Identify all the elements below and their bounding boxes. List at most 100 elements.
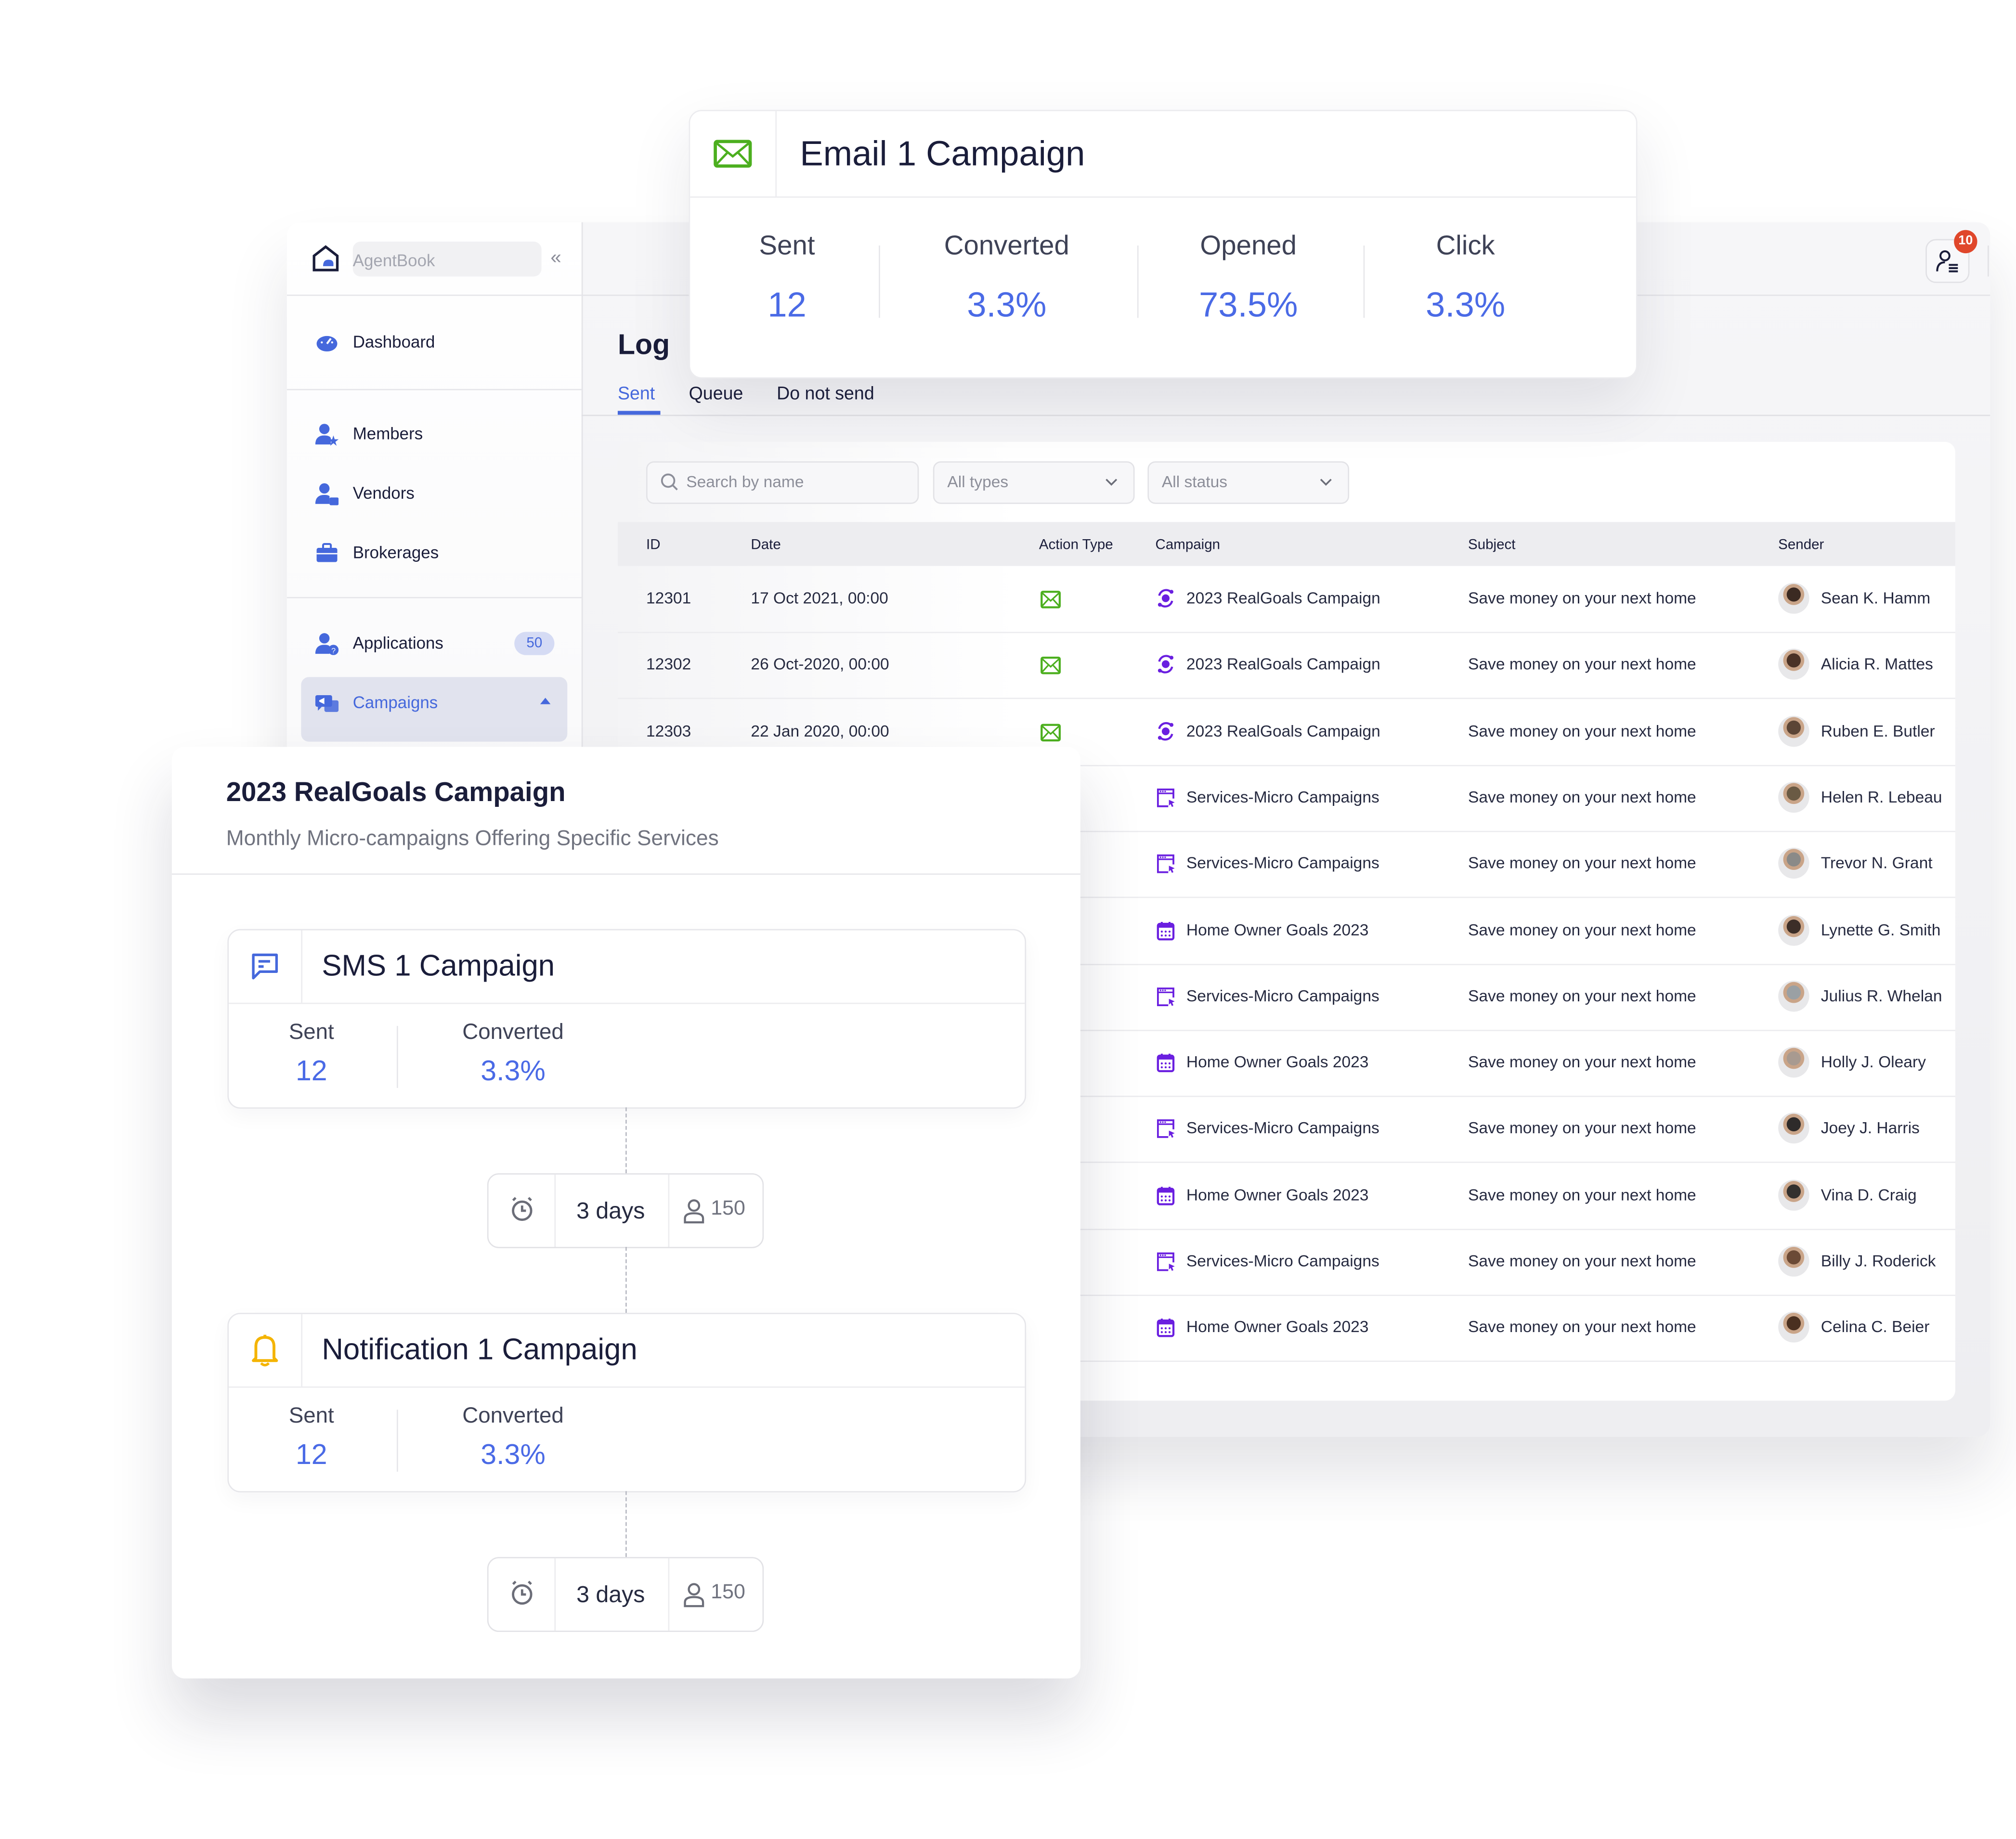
cell-sender: Lynette G. Smith [1821,920,1941,939]
sidebar-item-label: Campaigns [352,692,438,712]
audience-count: 150 [711,1198,745,1220]
converted-label: Converted [462,1403,564,1428]
table-row[interactable]: 12301 17 Oct 2021, 00:00 2023 RealGoals Ca… [617,566,1955,634]
converted-value: 3.3% [481,1438,546,1471]
tab-sent[interactable]: Sent [618,382,655,403]
cell-sender: Julius R. Whelan [1821,987,1942,1005]
sidebar-item-brokerages[interactable]: Brokerages [287,530,582,576]
sidebar-item-campaigns[interactable]: Campaigns [301,677,568,742]
column-header-subject[interactable]: Subject [1468,538,1516,553]
search-placeholder: Search by name [686,473,804,491]
cell-campaign[interactable]: Services-Micro Campaigns [1186,987,1379,1005]
sender-avatar [1778,1047,1809,1078]
column-header-action-type[interactable]: Action Type [1039,538,1113,553]
cell-subject: Save money on your next home [1468,589,1696,608]
sender-avatar [1778,781,1809,813]
sidebar-item-vendors[interactable]: Vendors [287,470,582,517]
column-header-date[interactable]: Date [751,538,780,553]
column-header-campaign[interactable]: Campaign [1155,538,1220,553]
dashboard-gauge-icon [316,336,338,352]
cell-campaign[interactable]: 2023 RealGoals Campaign [1186,589,1380,608]
divider [668,1174,670,1247]
column-header-id[interactable]: ID [646,538,661,553]
cell-campaign[interactable]: Services-Micro Campaigns [1186,1252,1379,1270]
delay-duration: 3 days [576,1581,645,1607]
bell-icon [252,1334,278,1367]
cell-campaign[interactable]: Services-Micro Campaigns [1186,788,1379,806]
sms-chat-icon [252,953,278,980]
divider [668,1558,670,1631]
sidebar-item-label: Vendors [352,483,415,503]
browser-cursor-icon [1157,855,1175,874]
cell-campaign[interactable]: Home Owner Goals 2023 [1186,1318,1369,1336]
sidebar-item-dashboard[interactable]: Dashboard [287,319,582,366]
status-filter-select[interactable]: All status [1147,461,1350,504]
sender-avatar [1778,1179,1809,1211]
delay-step[interactable]: 3 days 150 [487,1173,764,1248]
calendar-icon [1157,1054,1175,1073]
delay-step[interactable]: 3 days 150 [487,1557,764,1632]
cell-subject: Save money on your next home [1468,722,1696,740]
sidebar-item-members[interactable]: Members [287,411,582,458]
cell-campaign[interactable]: Home Owner Goals 2023 [1186,1186,1369,1204]
cell-campaign[interactable]: Services-Micro Campaigns [1186,855,1379,873]
table-row[interactable]: 12302 26 Oct-2020, 00:00 2023 RealGoals Ca… [617,632,1955,699]
notification-campaign-step[interactable]: Notification 1 Campaign Sent 12 Converte… [227,1312,1027,1493]
calendar-icon [1157,921,1175,940]
briefcase-icon [316,543,338,562]
cell-subject: Save money on your next home [1468,987,1696,1005]
sender-avatar [1778,715,1809,747]
caret-up-icon[interactable] [540,698,551,704]
cell-campaign[interactable]: Home Owner Goals 2023 [1186,1053,1369,1072]
stat-value-opened: 73.5% [1198,285,1298,324]
cell-campaign[interactable]: Home Owner Goals 2023 [1186,920,1369,939]
megaphone-chat-icon [315,695,339,712]
search-input[interactable]: Search by name [646,461,919,504]
cell-sender: Alicia R. Mattes [1821,655,1933,674]
brand-name: AgentBook [352,250,435,270]
collapse-sidebar-icon[interactable]: « [550,247,561,269]
step-icon-cell [229,930,303,1003]
cell-subject: Save money on your next home [1468,1252,1696,1270]
stat-label-click: Click [1436,231,1495,261]
orbit-campaign-icon [1158,589,1174,608]
contacts-list-icon [1936,250,1958,272]
cell-sender: Helen R. Lebeau [1821,788,1942,806]
cell-campaign[interactable]: 2023 RealGoals Campaign [1186,722,1380,740]
table-header: ID Date Action Type Campaign Subject Sen… [617,522,1955,566]
type-filter-value: All types [947,473,1009,491]
type-filter-select[interactable]: All types [933,461,1135,504]
column-header-sender[interactable]: Sender [1778,538,1824,553]
application-question-icon: ? [315,633,339,655]
email-icon-cell [690,111,777,196]
sidebar-item-label: Brokerages [352,543,439,562]
sent-label: Sent [288,1403,334,1428]
sent-label: Sent [288,1019,334,1044]
active-tab-indicator [617,411,661,415]
stat-label-opened: Opened [1200,231,1297,261]
sender-avatar [1778,1312,1809,1343]
divider [171,873,1080,875]
cell-campaign[interactable]: 2023 RealGoals Campaign [1186,656,1380,674]
browser-cursor-icon [1157,788,1175,807]
tab-do-not-send[interactable]: Do not send [777,382,874,403]
vendor-briefcase-icon [315,483,339,505]
cell-subject: Save money on your next home [1468,788,1696,806]
cell-sender: Holly J. Oleary [1821,1053,1926,1072]
email-envelope-icon [1041,723,1061,741]
sms-campaign-step[interactable]: SMS 1 Campaign Sent 12 Converted 3.3% [227,929,1027,1109]
cell-subject: Save money on your next home [1468,1053,1696,1072]
cell-campaign[interactable]: Services-Micro Campaigns [1186,1119,1379,1138]
sender-avatar [1778,980,1809,1012]
divider [1363,245,1365,318]
orbit-campaign-icon [1158,721,1174,740]
contacts-notification-badge: 10 [1954,230,1977,254]
sender-avatar [1778,649,1809,680]
tab-queue[interactable]: Queue [689,382,743,403]
divider [396,1026,398,1088]
cell-sender: Billy J. Roderick [1821,1252,1936,1270]
delay-duration: 3 days [576,1198,645,1224]
stat-label-converted: Converted [944,231,1069,261]
cell-date: 17 Oct 2021, 00:00 [751,589,888,608]
cell-sender: Joey J. Harris [1821,1119,1920,1138]
